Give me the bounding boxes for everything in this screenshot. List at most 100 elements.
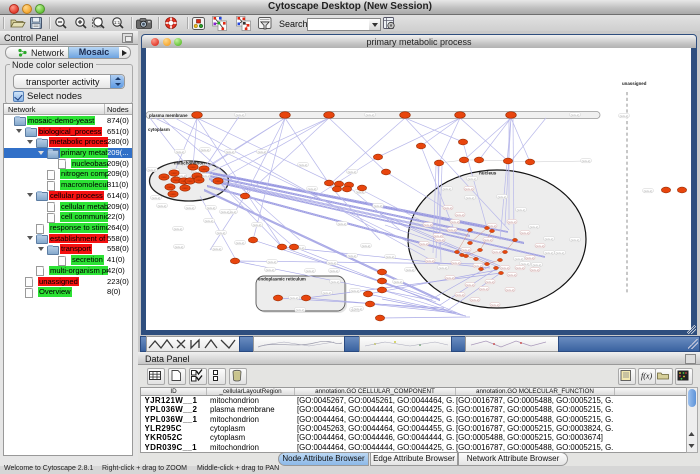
svg-text:(xxx-x): (xxx-x) — [620, 114, 629, 118]
svg-text:(xxx-x): (xxx-x) — [571, 238, 580, 242]
svg-text:(xxx-x): (xxx-x) — [465, 187, 474, 191]
svg-text:(xxx-x): (xxx-x) — [448, 228, 457, 232]
svg-text:(xxx-x): (xxx-x) — [466, 196, 475, 200]
svg-text:(xxx-x): (xxx-x) — [152, 196, 161, 200]
svg-text:(xxx-x): (xxx-x) — [468, 177, 477, 181]
svg-text:(xxx-x): (xxx-x) — [202, 174, 211, 178]
svg-text:(xxx-x): (xxx-x) — [362, 244, 371, 248]
svg-text:(xxx-x): (xxx-x) — [484, 238, 493, 242]
svg-text:(xxx-x): (xxx-x) — [201, 148, 210, 152]
svg-text:xxxx: xxxx — [167, 186, 173, 189]
svg-text:(xxx-x): (xxx-x) — [266, 268, 275, 272]
svg-text:(xxx-x): (xxx-x) — [526, 256, 535, 260]
svg-text:(xxx-x): (xxx-x) — [545, 237, 554, 241]
svg-text:(xxx-x): (xxx-x) — [545, 251, 554, 255]
svg-text:(xxx-x): (xxx-x) — [394, 280, 403, 284]
svg-text:(xxx-x): (xxx-x) — [493, 250, 502, 254]
svg-text:(xxx-x): (xxx-x) — [466, 283, 475, 287]
svg-text:(xxx-x): (xxx-x) — [290, 296, 299, 300]
svg-text:(xxx-x): (xxx-x) — [186, 206, 195, 210]
svg-text:(xxx-x): (xxx-x) — [498, 195, 507, 199]
svg-text:(xxx-x): (xxx-x) — [531, 268, 540, 272]
svg-text:(xxx-x): (xxx-x) — [386, 255, 395, 259]
svg-text:(xxx-x): (xxx-x) — [582, 159, 591, 163]
svg-text:(xxx-x): (xxx-x) — [515, 257, 524, 261]
svg-text:unassigned: unassigned — [622, 81, 647, 86]
svg-text:(xxx-x): (xxx-x) — [517, 208, 526, 212]
svg-text:(xxx-x): (xxx-x) — [452, 261, 461, 265]
svg-text:(xxx-x): (xxx-x) — [444, 206, 453, 210]
svg-text:(xxx-x): (xxx-x) — [536, 244, 545, 248]
svg-text:(xxx-x): (xxx-x) — [491, 303, 500, 307]
svg-text:(xxx-x): (xxx-x) — [207, 206, 216, 210]
svg-text:xxxx: xxxx — [215, 180, 221, 183]
svg-text:(xxx-x): (xxx-x) — [533, 263, 542, 267]
svg-text:xxxx: xxxx — [187, 180, 193, 183]
svg-text:(xxx-x): (xxx-x) — [148, 168, 157, 172]
svg-text:(xxx-x): (xxx-x) — [451, 220, 460, 224]
svg-text:(xxx-x): (xxx-x) — [443, 187, 452, 191]
svg-text:(xxx-x): (xxx-x) — [420, 242, 429, 246]
svg-text:(xxx-x): (xxx-x) — [175, 245, 184, 249]
svg-text:mitochondrion: mitochondrion — [174, 161, 205, 166]
svg-text:nucleus: nucleus — [479, 171, 497, 176]
svg-text:(xxx-x): (xxx-x) — [354, 307, 363, 311]
svg-text:f(x): f(x) — [641, 372, 652, 381]
svg-text:(xxx-x): (xxx-x) — [221, 210, 230, 214]
svg-text:(xxx-x): (xxx-x) — [462, 248, 471, 252]
svg-text:(xxx-x): (xxx-x) — [486, 280, 495, 284]
svg-text:(xxx-x): (xxx-x) — [506, 288, 515, 292]
svg-text:(xxx-x): (xxx-x) — [296, 308, 305, 312]
svg-text:(xxx-x): (xxx-x) — [236, 113, 245, 117]
svg-text:(xxx-x): (xxx-x) — [258, 150, 267, 154]
svg-text:(xxx-x): (xxx-x) — [268, 260, 277, 264]
svg-text:(xxx-x): (xxx-x) — [323, 291, 332, 295]
svg-text:(xxx-x): (xxx-x) — [226, 150, 235, 154]
svg-text:plasma membrane: plasma membrane — [149, 113, 188, 118]
svg-text:xxxx: xxxx — [171, 172, 177, 175]
svg-text:(xxx-x): (xxx-x) — [299, 163, 308, 167]
svg-text:(xxx-x): (xxx-x) — [330, 269, 339, 273]
svg-text:(xxx-x): (xxx-x) — [446, 276, 455, 280]
svg-text:(xxx-x): (xxx-x) — [174, 227, 183, 231]
svg-text:(xxx-x): (xxx-x) — [436, 238, 445, 242]
svg-text:(xxx-x): (xxx-x) — [521, 231, 530, 235]
svg-text:cytoplasm: cytoplasm — [148, 127, 170, 132]
svg-text:(xxx-x): (xxx-x) — [331, 280, 340, 284]
svg-text:(xxx-x): (xxx-x) — [571, 113, 580, 117]
svg-text:endoplasmic reticulum: endoplasmic reticulum — [258, 277, 306, 282]
svg-text:(xxx-x): (xxx-x) — [480, 287, 489, 291]
svg-text:(xxx-x): (xxx-x) — [253, 223, 262, 227]
svg-text:(xxx-x): (xxx-x) — [426, 259, 435, 263]
svg-text:(xxx-x): (xxx-x) — [530, 225, 539, 229]
svg-text:(xxx-x): (xxx-x) — [217, 231, 226, 235]
svg-text:(xxx-x): (xxx-x) — [348, 254, 357, 258]
svg-text:xxxx: xxxx — [173, 179, 179, 182]
svg-text:(xxx-x): (xxx-x) — [176, 150, 185, 154]
svg-text:xxxx: xxxx — [170, 193, 176, 196]
svg-text:(xxx-x): (xxx-x) — [471, 298, 480, 302]
svg-text:(xxx-x): (xxx-x) — [236, 241, 245, 245]
svg-text:(xxx-x): (xxx-x) — [338, 222, 347, 226]
svg-text:(xxx-x): (xxx-x) — [306, 269, 315, 273]
svg-text:(xxx-x): (xxx-x) — [328, 261, 337, 265]
svg-text:xxxx: xxxx — [182, 187, 188, 190]
svg-text:(xxx-x): (xxx-x) — [205, 219, 214, 223]
svg-text:(xxx-x): (xxx-x) — [374, 204, 383, 208]
svg-text:(xxx-x): (xxx-x) — [439, 266, 448, 270]
svg-text:(xxx-x): (xxx-x) — [556, 251, 565, 255]
svg-text:(xxx-x): (xxx-x) — [516, 266, 525, 270]
svg-text:(xxx-x): (xxx-x) — [424, 223, 433, 227]
svg-text:(xxx-x): (xxx-x) — [501, 266, 510, 270]
svg-text:(xxx-x): (xxx-x) — [158, 204, 167, 208]
svg-text:(xxx-x): (xxx-x) — [456, 293, 465, 297]
svg-text:xxxx: xxxx — [161, 176, 167, 179]
svg-text:(xxx-x): (xxx-x) — [644, 189, 653, 193]
svg-text:(xxx-x): (xxx-x) — [406, 268, 415, 272]
svg-text:(xxx-x): (xxx-x) — [508, 220, 517, 224]
svg-text:1:1: 1:1 — [114, 20, 121, 25]
svg-text:xxxx: xxxx — [196, 179, 202, 182]
svg-text:xxxx: xxxx — [190, 166, 196, 169]
svg-text:(xxx-x): (xxx-x) — [348, 170, 357, 174]
svg-text:(xxx-x): (xxx-x) — [508, 273, 517, 277]
